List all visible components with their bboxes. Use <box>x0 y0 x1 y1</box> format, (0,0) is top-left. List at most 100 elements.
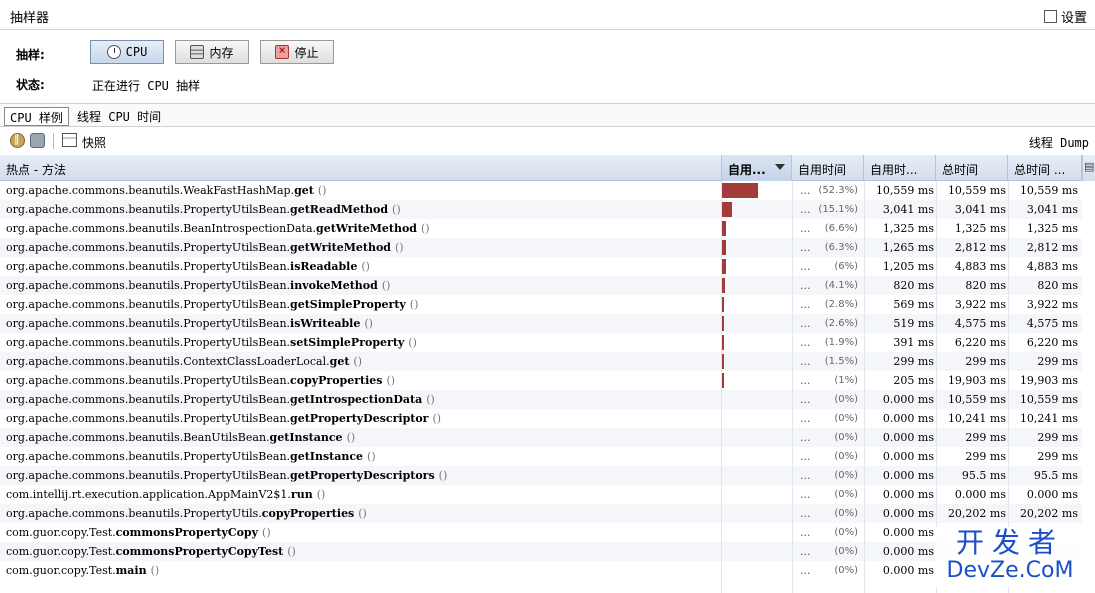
cpu-button[interactable]: CPU <box>90 40 164 64</box>
table-row[interactable]: org.apache.commons.beanutils.PropertyUti… <box>0 257 1082 276</box>
self-time-cpu-value: 0.000 ms <box>882 393 934 406</box>
total-time-value: 19,903 ms <box>947 374 1006 387</box>
total-time-cpu-value: 4,575 ms <box>1026 317 1078 330</box>
table-row[interactable]: org.apache.commons.beanutils.PropertyUti… <box>0 295 1082 314</box>
column-self-bar[interactable]: 自用... <box>722 155 792 181</box>
method-parens: () <box>150 564 160 577</box>
settings-checkbox[interactable] <box>1043 10 1057 23</box>
table-row[interactable]: org.apache.commons.beanutils.PropertyUti… <box>0 466 1082 485</box>
snapshot-button[interactable]: 快照 <box>82 134 106 151</box>
self-time-cpu-value: 299 ms <box>893 355 934 368</box>
method-parens: () <box>408 336 417 349</box>
self-time-cpu-value: 0.000 ms <box>882 412 934 425</box>
column-self-time[interactable]: 自用时间 <box>792 155 864 181</box>
self-time-cpu-value: 391 ms <box>893 336 934 349</box>
self-time-bar <box>722 259 792 274</box>
self-time-cpu-value: 205 ms <box>893 374 934 387</box>
method-name: get <box>329 355 350 368</box>
self-time-dots: ... <box>800 241 811 254</box>
self-time-bar <box>722 335 792 350</box>
table-row[interactable]: com.intellij.rt.execution.application.Ap… <box>0 485 1082 504</box>
column-divider <box>792 181 793 593</box>
self-time-percent: (1%) <box>834 375 858 386</box>
table-row[interactable]: com.guor.copy.Test.commonsPropertyCopy()… <box>0 523 1082 542</box>
self-time-cpu-value: 0.000 ms <box>882 469 934 482</box>
window-title: 抽样器 <box>10 11 50 26</box>
tab-cpu-samples[interactable]: CPU 样例 <box>4 107 69 126</box>
self-time-cpu-value: 0.000 ms <box>882 488 934 501</box>
self-time-dots: ... <box>800 298 811 311</box>
settings-toggle[interactable]: 设置 <box>1043 7 1087 26</box>
total-time-value: 3,041 ms <box>954 203 1006 216</box>
table-row[interactable]: org.apache.commons.beanutils.PropertyUti… <box>0 200 1082 219</box>
self-time-cpu-value: 0.000 ms <box>882 507 934 520</box>
method-parens: () <box>381 279 391 292</box>
table-row[interactable]: org.apache.commons.beanutils.PropertyUti… <box>0 333 1082 352</box>
table-row[interactable]: com.guor.copy.Test.main()... (0%) 0.000 ms <box>0 561 1082 580</box>
self-time-bar <box>722 468 792 483</box>
self-time-dots: ... <box>800 507 811 520</box>
stop-button[interactable]: 停止 <box>260 40 334 64</box>
self-time-cpu-value: 10,559 ms <box>875 184 934 197</box>
self-time-cpu-value: 1,265 ms <box>882 241 934 254</box>
table-row[interactable]: org.apache.commons.beanutils.PropertyUti… <box>0 409 1082 428</box>
self-time-cpu-value: 519 ms <box>893 317 934 330</box>
table-row[interactable]: org.apache.commons.beanutils.PropertyUti… <box>0 371 1082 390</box>
total-time-cpu-value: 299 ms <box>1037 431 1078 444</box>
total-time-value: 299 ms <box>965 355 1006 368</box>
method-parens: () <box>395 241 404 254</box>
column-method[interactable]: 热点 - 方法 <box>0 155 722 181</box>
table-row[interactable]: org.apache.commons.beanutils.PropertyUti… <box>0 314 1082 333</box>
self-time-percent: (15.1%) <box>818 204 858 215</box>
self-time-bar-fill <box>722 373 724 388</box>
self-time-bar-fill <box>722 335 724 350</box>
table-row[interactable]: org.apache.commons.beanutils.PropertyUti… <box>0 238 1082 257</box>
refresh-icon[interactable] <box>30 133 45 148</box>
pause-icon[interactable] <box>10 132 25 148</box>
method-parens: () <box>346 431 356 444</box>
memory-button[interactable]: 内存 <box>175 40 249 64</box>
table-row[interactable]: org.apache.commons.beanutils.PropertyUti… <box>0 504 1082 523</box>
table-row[interactable]: org.apache.commons.beanutils.BeanIntrosp… <box>0 219 1082 238</box>
tab-thread-cpu-time[interactable]: 线程 CPU 时间 <box>72 107 166 126</box>
table-row[interactable]: org.apache.commons.beanutils.WeakFastHas… <box>0 181 1082 200</box>
method-package: org.apache.commons.beanutils.PropertyUti… <box>6 374 291 387</box>
stop-button-label: 停止 <box>294 45 319 60</box>
total-time-cpu-value: 3,041 ms <box>1026 203 1078 216</box>
sample-label: 抽样: <box>16 48 45 62</box>
self-time-bar-fill <box>722 278 725 293</box>
column-total-time[interactable]: 总时间 <box>936 155 1008 181</box>
table-row[interactable]: org.apache.commons.beanutils.PropertyUti… <box>0 390 1082 409</box>
column-divider <box>864 181 865 593</box>
method-cell: org.apache.commons.beanutils.PropertyUti… <box>6 279 718 292</box>
self-time-bar-fill <box>722 221 726 236</box>
column-total-time-cpu[interactable]: 总时间 ... <box>1008 155 1082 181</box>
self-time-percent: (0%) <box>834 489 858 500</box>
method-cell: org.apache.commons.beanutils.BeanUtilsBe… <box>6 431 718 444</box>
thread-dump-button[interactable]: 线程 Dump <box>1029 134 1089 151</box>
column-self-time-cpu[interactable]: 自用时... <box>864 155 936 181</box>
method-cell: com.guor.copy.Test.commonsPropertyCopyTe… <box>6 545 718 558</box>
table-row[interactable]: org.apache.commons.beanutils.ContextClas… <box>0 352 1082 371</box>
table-row[interactable]: org.apache.commons.beanutils.BeanUtilsBe… <box>0 428 1082 447</box>
self-time-dots: ... <box>800 203 811 216</box>
table-row[interactable]: org.apache.commons.beanutils.PropertyUti… <box>0 447 1082 466</box>
toolbar-divider <box>53 133 54 149</box>
method-name: run <box>290 488 313 501</box>
method-name: getSimpleProperty <box>290 298 406 311</box>
table-row[interactable]: com.guor.copy.Test.commonsPropertyCopyTe… <box>0 542 1082 561</box>
method-parens: () <box>409 298 419 311</box>
method-package: org.apache.commons.beanutils.PropertyUti… <box>6 203 291 216</box>
self-time-bar <box>722 506 792 521</box>
self-time-percent: (6.3%) <box>824 242 858 253</box>
method-name: getIntrospectionData <box>290 393 423 406</box>
self-time-bar-fill <box>722 183 758 198</box>
table-row[interactable]: org.apache.commons.beanutils.PropertyUti… <box>0 276 1082 295</box>
watermark-line1: 开发者 <box>955 526 1064 559</box>
column-chooser-icon[interactable] <box>1082 155 1095 181</box>
self-time-bar <box>722 354 792 369</box>
total-time-cpu-value: 10,241 ms <box>1019 412 1078 425</box>
total-time-cpu-value: 6,220 ms <box>1026 336 1078 349</box>
total-time-value: 2,812 ms <box>954 241 1006 254</box>
snapshot-icon[interactable] <box>62 133 77 147</box>
